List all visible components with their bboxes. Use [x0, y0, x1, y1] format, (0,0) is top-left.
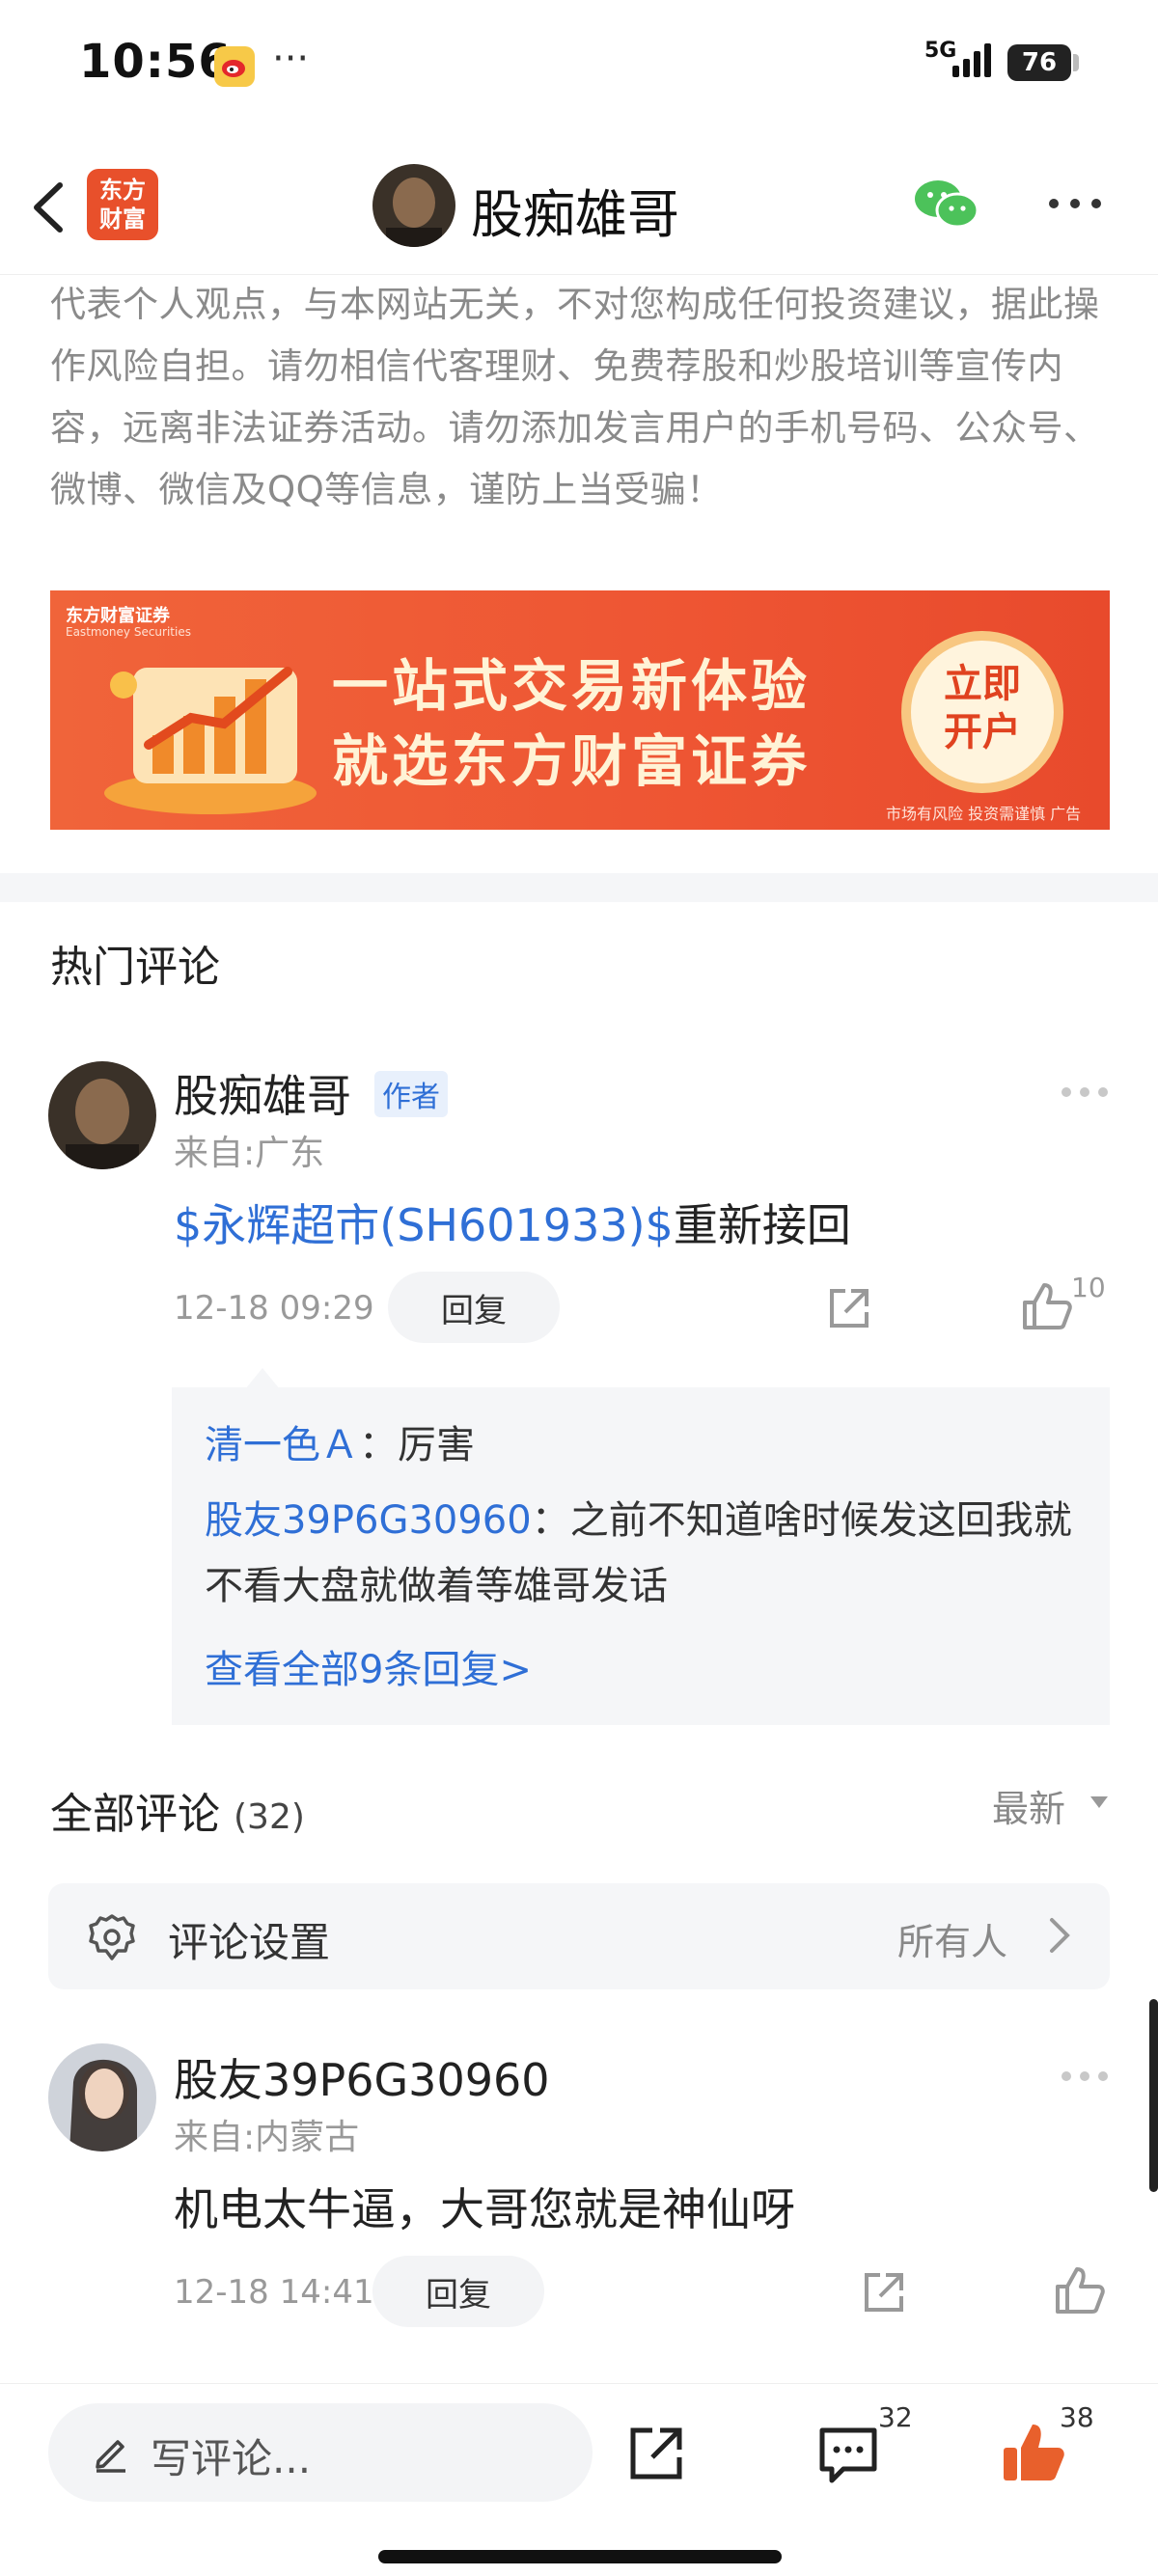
- settings-value: 所有人: [897, 1921, 1008, 1963]
- reply-username[interactable]: 股友39P6G30960: [205, 1498, 532, 1543]
- ad-headline-2: 就选东方财富证券: [332, 728, 812, 794]
- reply-separator: ：: [531, 1498, 570, 1543]
- ad-banner[interactable]: 东方财富证券 Eastmoney Securities 一站式交易新体验 就选东…: [50, 590, 1110, 830]
- stock-link[interactable]: $永辉超市(SH601933)$: [174, 1199, 674, 1251]
- comment-icon[interactable]: [816, 2423, 880, 2486]
- open-account-button[interactable]: 立即 开户: [901, 631, 1063, 793]
- comment-username[interactable]: 股友39P6G30960: [174, 2045, 550, 2109]
- caret-down-icon[interactable]: [1089, 1795, 1110, 1810]
- comment-location: 来自:广东: [174, 1134, 325, 1173]
- comment-text: 重新接回: [673, 1199, 851, 1251]
- more-options-icon[interactable]: [1044, 189, 1106, 218]
- reply-item[interactable]: 清一色Ａ：厉害: [205, 1412, 1092, 1478]
- comment-settings-bar[interactable]: 评论设置 所有人: [48, 1883, 1110, 1989]
- status-more-dots: ···: [272, 37, 310, 81]
- comment-text: 机电太牛逼，大哥您就是神仙呀: [174, 2183, 795, 2235]
- battery-tip: [1073, 54, 1079, 71]
- reply-username[interactable]: 清一色Ａ: [205, 1423, 359, 1467]
- chart-illustration-icon: [104, 667, 317, 814]
- like-filled-icon[interactable]: [1000, 2419, 1067, 2486]
- author-badge: 作者: [374, 1071, 448, 1117]
- comment-more-icon[interactable]: [1060, 2069, 1110, 2084]
- eastmoney-logo[interactable]: 东方 财富: [87, 169, 158, 240]
- like-icon[interactable]: [1052, 2263, 1106, 2317]
- reply-separator: ：: [359, 1423, 398, 1467]
- home-indicator: [378, 2550, 782, 2563]
- reply-button[interactable]: 回复: [388, 1272, 560, 1343]
- all-comments-label: 全部评论: [50, 1790, 220, 1839]
- back-icon[interactable]: [21, 174, 79, 241]
- all-comments-title: 全部评论 (32): [50, 1779, 305, 1841]
- share-icon[interactable]: [625, 2423, 687, 2484]
- top-nav-bar: 东方 财富 股痴雄哥: [0, 135, 1158, 275]
- weibo-app-icon: [214, 46, 255, 87]
- gear-icon: [89, 1914, 135, 1960]
- ad-risk-note: 市场有风险 投资需谨慎 广告: [886, 805, 1082, 823]
- comment-location: 来自:内蒙古: [174, 2118, 360, 2157]
- comment-time: 12-18 14:41: [174, 2273, 374, 2312]
- brand-logo-line1: 东方: [99, 177, 146, 204]
- reply-thread: 清一色Ａ：厉害 股友39P6G30960：之前不知道啥时候发这回我就不看大盘就做…: [172, 1387, 1110, 1725]
- hot-comments-title: 热门评论: [50, 943, 220, 992]
- status-time: 10:56: [79, 35, 232, 89]
- bottom-action-bar: 写评论... 32 38: [0, 2383, 1158, 2576]
- brand-logo-line2: 财富: [99, 206, 146, 233]
- cta-line1: 立即: [944, 662, 1021, 706]
- chevron-right-icon: [1050, 1918, 1070, 1953]
- ad-brand: 东方财富证券: [66, 606, 170, 626]
- avatar[interactable]: [48, 2043, 156, 2151]
- settings-label: 评论设置: [168, 1919, 331, 1966]
- like-count-badge: 38: [1060, 2401, 1094, 2433]
- share-icon[interactable]: [859, 2267, 909, 2317]
- comment-count: (32): [234, 1797, 305, 1837]
- battery-indicator: 76: [1007, 44, 1071, 81]
- author-avatar[interactable]: [372, 164, 455, 247]
- comment-body: $永辉超市(SH601933)$重新接回: [174, 1191, 851, 1254]
- sort-dropdown[interactable]: 最新: [992, 1779, 1065, 1832]
- cta-line2: 开户: [944, 710, 1021, 754]
- reply-box-pointer: [245, 1368, 280, 1389]
- view-all-replies-link[interactable]: 查看全部9条回复>: [205, 1638, 532, 1694]
- signal-icon: [952, 43, 991, 77]
- reply-item[interactable]: 股友39P6G30960：之前不知道啥时候发这回我就不看大盘就做着等雄哥发话: [205, 1488, 1092, 1619]
- comment-username[interactable]: 股痴雄哥: [174, 1061, 351, 1125]
- wechat-share-icon[interactable]: [911, 176, 980, 233]
- comment-more-icon[interactable]: [1060, 1084, 1110, 1100]
- avatar[interactable]: [48, 1061, 156, 1169]
- write-comment-placeholder: 写评论...: [151, 2435, 312, 2482]
- pen-icon: [96, 2440, 125, 2473]
- comment-count-badge: 32: [878, 2401, 913, 2433]
- ad-headline-1: 一站式交易新体验: [332, 653, 812, 719]
- reply-text: 厉害: [398, 1423, 475, 1467]
- reply-button[interactable]: 回复: [372, 2256, 544, 2327]
- status-bar: 10:56 ··· 5G 76: [0, 0, 1158, 135]
- scrollbar-thumb[interactable]: [1149, 1999, 1158, 2192]
- page-title: 股痴雄哥: [471, 184, 679, 245]
- comment-time: 12-18 09:29: [174, 1289, 374, 1328]
- share-icon[interactable]: [824, 1283, 874, 1333]
- risk-disclaimer: 代表个人观点，与本网站无关，不对您构成任何投资建议，据此操作风险自担。请勿相信代…: [50, 284, 1100, 510]
- write-comment-input[interactable]: 写评论...: [48, 2403, 593, 2502]
- section-divider: [0, 873, 1158, 902]
- like-icon[interactable]: [1019, 1279, 1073, 1333]
- like-count: 10: [1071, 1272, 1106, 1303]
